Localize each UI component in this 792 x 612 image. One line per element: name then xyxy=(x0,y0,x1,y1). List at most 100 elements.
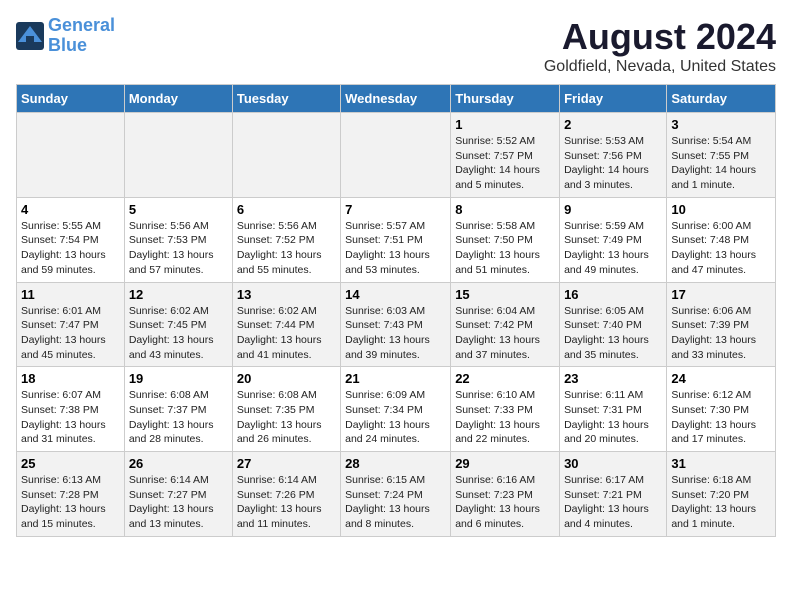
day-number: 3 xyxy=(671,117,771,132)
day-number: 9 xyxy=(564,202,662,217)
calendar-cell: 24 Sunrise: 6:12 AM Sunset: 7:30 PM Dayli… xyxy=(667,367,776,452)
day-header-wednesday: Wednesday xyxy=(341,85,451,113)
day-number: 21 xyxy=(345,371,446,386)
day-detail: Sunrise: 6:02 AM Sunset: 7:44 PM Dayligh… xyxy=(237,305,322,361)
day-detail: Sunrise: 6:17 AM Sunset: 7:21 PM Dayligh… xyxy=(564,474,649,530)
calendar-cell: 11 Sunrise: 6:01 AM Sunset: 7:47 PM Dayli… xyxy=(17,282,125,367)
week-row-4: 18 Sunrise: 6:07 AM Sunset: 7:38 PM Dayli… xyxy=(17,367,776,452)
day-number: 26 xyxy=(129,456,228,471)
calendar-cell: 12Sunrise: 6:02 AM Sunset: 7:45 PM Dayli… xyxy=(124,282,232,367)
subtitle: Goldfield, Nevada, United States xyxy=(544,58,776,76)
day-detail: Sunrise: 6:08 AM Sunset: 7:37 PM Dayligh… xyxy=(129,389,214,445)
day-detail: Sunrise: 6:01 AM Sunset: 7:47 PM Dayligh… xyxy=(21,305,106,361)
week-row-1: 1 Sunrise: 5:52 AM Sunset: 7:57 PM Daylig… xyxy=(17,113,776,198)
calendar-cell: 28Sunrise: 6:15 AM Sunset: 7:24 PM Dayli… xyxy=(341,452,451,537)
day-number: 7 xyxy=(345,202,446,217)
day-detail: Sunrise: 6:05 AM Sunset: 7:40 PM Dayligh… xyxy=(564,305,649,361)
day-detail: Sunrise: 6:03 AM Sunset: 7:43 PM Dayligh… xyxy=(345,305,430,361)
day-header-sunday: Sunday xyxy=(17,85,125,113)
day-detail: Sunrise: 5:56 AM Sunset: 7:52 PM Dayligh… xyxy=(237,220,322,276)
calendar-cell: 7 Sunrise: 5:57 AM Sunset: 7:51 PM Daylig… xyxy=(341,197,451,282)
day-detail: Sunrise: 6:12 AM Sunset: 7:30 PM Dayligh… xyxy=(671,389,756,445)
calendar-cell: 17Sunrise: 6:06 AM Sunset: 7:39 PM Dayli… xyxy=(667,282,776,367)
calendar-header: SundayMondayTuesdayWednesdayThursdayFrid… xyxy=(17,85,776,113)
day-number: 1 xyxy=(455,117,555,132)
day-detail: Sunrise: 6:14 AM Sunset: 7:27 PM Dayligh… xyxy=(129,474,214,530)
calendar-cell: 4 Sunrise: 5:55 AM Sunset: 7:54 PM Daylig… xyxy=(17,197,125,282)
day-header-saturday: Saturday xyxy=(667,85,776,113)
calendar-cell: 16 Sunrise: 6:05 AM Sunset: 7:40 PM Dayli… xyxy=(560,282,667,367)
header-row: SundayMondayTuesdayWednesdayThursdayFrid… xyxy=(17,85,776,113)
day-detail: Sunrise: 5:57 AM Sunset: 7:51 PM Dayligh… xyxy=(345,220,430,276)
day-number: 22 xyxy=(455,371,555,386)
day-detail: Sunrise: 5:53 AM Sunset: 7:56 PM Dayligh… xyxy=(564,135,649,191)
day-number: 19 xyxy=(129,371,228,386)
day-detail: Sunrise: 6:09 AM Sunset: 7:34 PM Dayligh… xyxy=(345,389,430,445)
logo-text: General Blue xyxy=(48,16,115,56)
day-detail: Sunrise: 5:55 AM Sunset: 7:54 PM Dayligh… xyxy=(21,220,106,276)
calendar-body: 1 Sunrise: 5:52 AM Sunset: 7:57 PM Daylig… xyxy=(17,113,776,537)
day-number: 5 xyxy=(129,202,228,217)
day-number: 23 xyxy=(564,371,662,386)
week-row-5: 25 Sunrise: 6:13 AM Sunset: 7:28 PM Dayli… xyxy=(17,452,776,537)
day-number: 11 xyxy=(21,287,120,302)
day-detail: Sunrise: 5:59 AM Sunset: 7:49 PM Dayligh… xyxy=(564,220,649,276)
day-header-thursday: Thursday xyxy=(451,85,560,113)
calendar-cell xyxy=(232,113,340,198)
day-detail: Sunrise: 5:52 AM Sunset: 7:57 PM Dayligh… xyxy=(455,135,540,191)
calendar-cell: 25 Sunrise: 6:13 AM Sunset: 7:28 PM Dayli… xyxy=(17,452,125,537)
day-number: 31 xyxy=(671,456,771,471)
calendar-cell: 18 Sunrise: 6:07 AM Sunset: 7:38 PM Dayli… xyxy=(17,367,125,452)
day-detail: Sunrise: 6:13 AM Sunset: 7:28 PM Dayligh… xyxy=(21,474,106,530)
day-number: 6 xyxy=(237,202,336,217)
day-number: 25 xyxy=(21,456,120,471)
calendar-cell: 9 Sunrise: 5:59 AM Sunset: 7:49 PM Daylig… xyxy=(560,197,667,282)
calendar-cell xyxy=(341,113,451,198)
day-number: 16 xyxy=(564,287,662,302)
day-number: 13 xyxy=(237,287,336,302)
day-detail: Sunrise: 6:08 AM Sunset: 7:35 PM Dayligh… xyxy=(237,389,322,445)
day-header-friday: Friday xyxy=(560,85,667,113)
calendar-cell: 6 Sunrise: 5:56 AM Sunset: 7:52 PM Daylig… xyxy=(232,197,340,282)
calendar-cell: 27Sunrise: 6:14 AM Sunset: 7:26 PM Dayli… xyxy=(232,452,340,537)
day-detail: Sunrise: 6:04 AM Sunset: 7:42 PM Dayligh… xyxy=(455,305,540,361)
day-detail: Sunrise: 6:07 AM Sunset: 7:38 PM Dayligh… xyxy=(21,389,106,445)
day-number: 30 xyxy=(564,456,662,471)
day-number: 2 xyxy=(564,117,662,132)
day-detail: Sunrise: 6:15 AM Sunset: 7:24 PM Dayligh… xyxy=(345,474,430,530)
logo: General Blue xyxy=(16,16,115,56)
calendar-table: SundayMondayTuesdayWednesdayThursdayFrid… xyxy=(16,84,776,537)
day-detail: Sunrise: 6:14 AM Sunset: 7:26 PM Dayligh… xyxy=(237,474,322,530)
day-number: 24 xyxy=(671,371,771,386)
calendar-cell xyxy=(17,113,125,198)
day-detail: Sunrise: 5:58 AM Sunset: 7:50 PM Dayligh… xyxy=(455,220,540,276)
day-detail: Sunrise: 6:16 AM Sunset: 7:23 PM Dayligh… xyxy=(455,474,540,530)
day-number: 18 xyxy=(21,371,120,386)
calendar-cell: 30 Sunrise: 6:17 AM Sunset: 7:21 PM Dayli… xyxy=(560,452,667,537)
logo-icon xyxy=(16,22,44,50)
day-detail: Sunrise: 5:54 AM Sunset: 7:55 PM Dayligh… xyxy=(671,135,756,191)
calendar-cell: 19 Sunrise: 6:08 AM Sunset: 7:37 PM Dayli… xyxy=(124,367,232,452)
day-detail: Sunrise: 6:06 AM Sunset: 7:39 PM Dayligh… xyxy=(671,305,756,361)
day-detail: Sunrise: 6:02 AM Sunset: 7:45 PM Dayligh… xyxy=(129,305,214,361)
day-number: 20 xyxy=(237,371,336,386)
calendar-cell: 29Sunrise: 6:16 AM Sunset: 7:23 PM Dayli… xyxy=(451,452,560,537)
calendar-cell: 3 Sunrise: 5:54 AM Sunset: 7:55 PM Daylig… xyxy=(667,113,776,198)
calendar-cell: 20 Sunrise: 6:08 AM Sunset: 7:35 PM Dayli… xyxy=(232,367,340,452)
week-row-3: 11 Sunrise: 6:01 AM Sunset: 7:47 PM Dayli… xyxy=(17,282,776,367)
calendar-cell: 8Sunrise: 5:58 AM Sunset: 7:50 PM Daylig… xyxy=(451,197,560,282)
page-header: General Blue August 2024 Goldfield, Neva… xyxy=(16,16,776,76)
calendar-cell: 5Sunrise: 5:56 AM Sunset: 7:53 PM Daylig… xyxy=(124,197,232,282)
day-header-tuesday: Tuesday xyxy=(232,85,340,113)
calendar-cell: 1 Sunrise: 5:52 AM Sunset: 7:57 PM Daylig… xyxy=(451,113,560,198)
day-number: 4 xyxy=(21,202,120,217)
calendar-cell xyxy=(124,113,232,198)
day-detail: Sunrise: 6:00 AM Sunset: 7:48 PM Dayligh… xyxy=(671,220,756,276)
day-number: 14 xyxy=(345,287,446,302)
title-section: August 2024 Goldfield, Nevada, United St… xyxy=(544,16,776,76)
calendar-cell: 26 Sunrise: 6:14 AM Sunset: 7:27 PM Dayli… xyxy=(124,452,232,537)
day-detail: Sunrise: 6:10 AM Sunset: 7:33 PM Dayligh… xyxy=(455,389,540,445)
calendar-cell: 14 Sunrise: 6:03 AM Sunset: 7:43 PM Dayli… xyxy=(341,282,451,367)
calendar-cell: 13 Sunrise: 6:02 AM Sunset: 7:44 PM Dayli… xyxy=(232,282,340,367)
calendar-cell: 15Sunrise: 6:04 AM Sunset: 7:42 PM Dayli… xyxy=(451,282,560,367)
